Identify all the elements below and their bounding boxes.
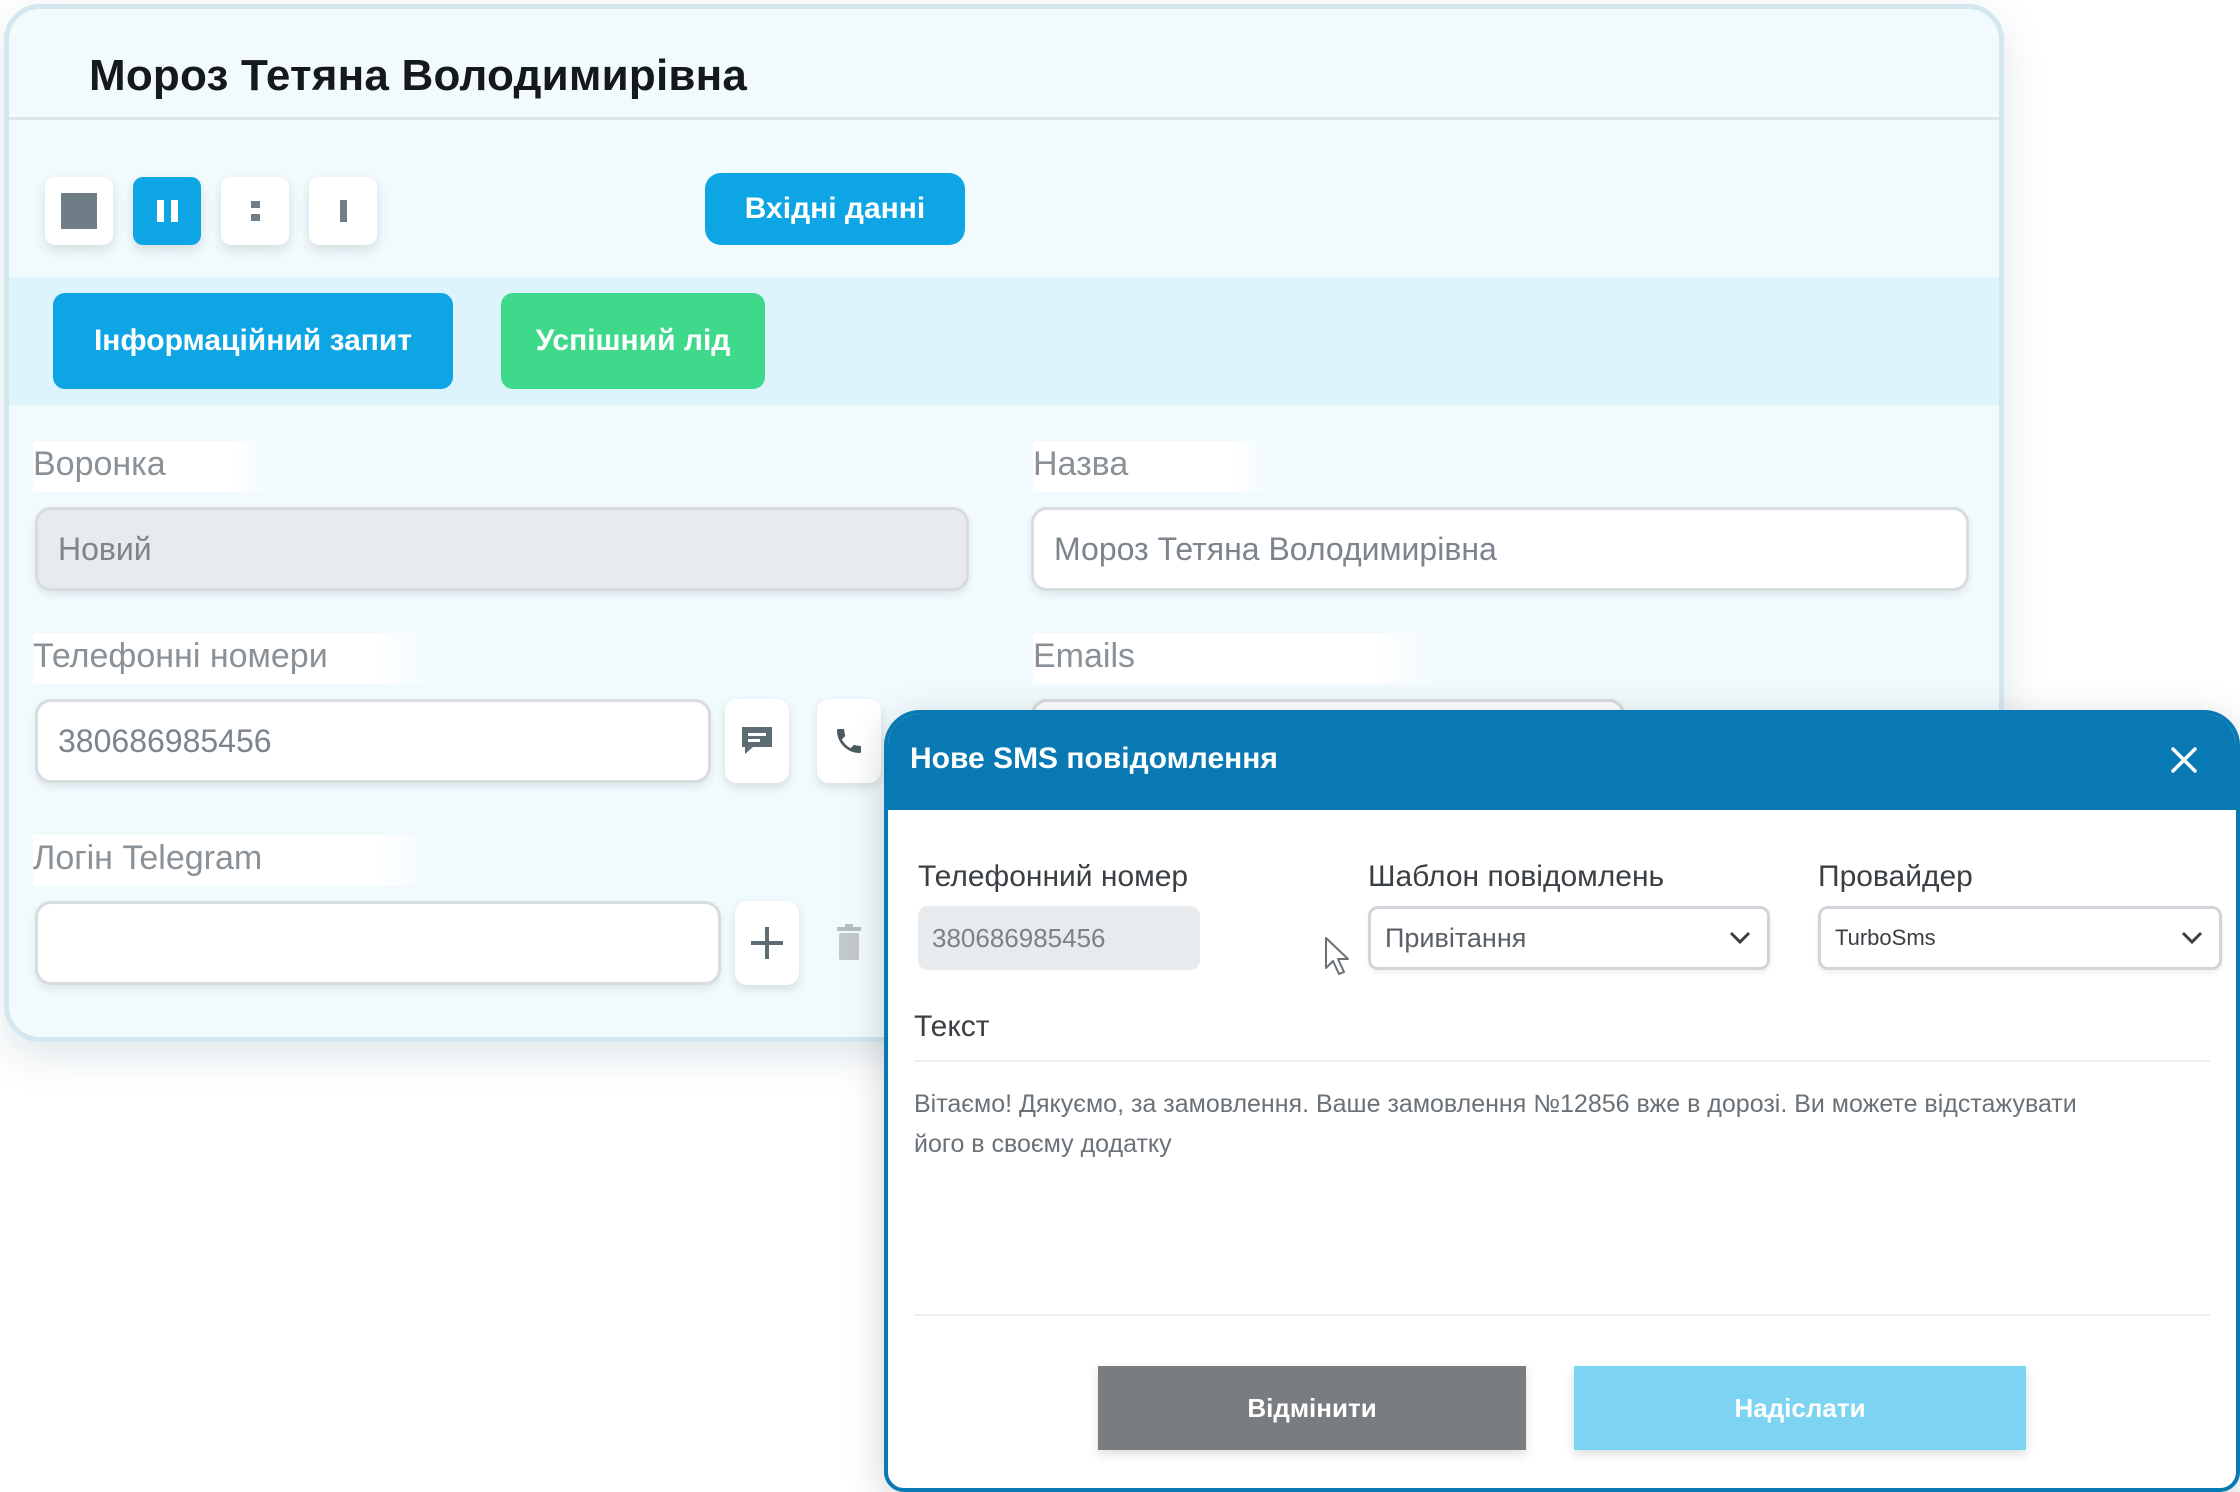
stage-successful-lead-button[interactable]: Успішний лід: [501, 293, 765, 389]
stage-info-request-button[interactable]: Інформаційний запит: [53, 293, 453, 389]
name-input[interactable]: Мороз Тетяна Володимирівна: [1031, 507, 1969, 591]
sms-text-area[interactable]: Вітаємо! Дякуємо, за замовлення. Ваше за…: [914, 1060, 2210, 1316]
call-button[interactable]: [817, 699, 881, 783]
telegram-label: Логін Telegram: [33, 835, 437, 886]
cancel-button[interactable]: Відмінити: [1098, 1366, 1526, 1450]
add-telegram-button[interactable]: [735, 901, 799, 985]
plus-icon: [751, 927, 783, 959]
chevron-down-icon: [1729, 931, 1751, 945]
dots-button[interactable]: [221, 177, 289, 245]
provider-select[interactable]: TurboSms: [1818, 906, 2222, 970]
send-button[interactable]: Надіслати: [1574, 1366, 2026, 1450]
phones-label: Телефонні номери: [33, 633, 437, 684]
mouse-cursor-icon: [1325, 937, 1349, 975]
text-label: Текст: [914, 1010, 990, 1043]
stop-button[interactable]: [45, 177, 113, 245]
sms-modal: Нове SMS повідомлення Телефонний номер 3…: [884, 710, 2240, 1492]
template-value: Привітання: [1385, 922, 1527, 953]
phone-value: 380686985456: [58, 722, 272, 759]
sms-text-value: Вітаємо! Дякуємо, за замовлення. Ваше за…: [914, 1090, 2077, 1158]
name-label: Назва: [1033, 441, 1269, 492]
delete-telegram-button[interactable]: [817, 901, 881, 985]
emails-label: Emails: [1033, 633, 1437, 684]
pause-icon: [156, 200, 178, 222]
funnel-label: Воронка: [33, 441, 269, 492]
dots-icon: [250, 201, 260, 221]
sms-phone-value: 380686985456: [932, 922, 1106, 953]
sms-phone-field: 380686985456: [918, 906, 1200, 970]
stop-icon: [61, 193, 97, 229]
template-select[interactable]: Привітання: [1368, 906, 1770, 970]
trash-icon: [837, 924, 861, 960]
funnel-field: Новий: [35, 507, 969, 591]
message-icon: [742, 727, 772, 754]
page-title: Мороз Тетяна Володимирівна: [89, 51, 748, 100]
template-label: Шаблон повідомлень: [1368, 860, 1665, 893]
bar-icon: [339, 200, 347, 222]
provider-value: TurboSms: [1835, 925, 1936, 950]
name-value: Мороз Тетяна Володимирівна: [1054, 530, 1497, 567]
phone-input[interactable]: 380686985456: [35, 699, 711, 783]
send-sms-button[interactable]: [725, 699, 789, 783]
provider-label: Провайдер: [1818, 860, 1973, 893]
divider: [9, 117, 1999, 120]
telegram-input[interactable]: [35, 901, 721, 985]
sms-phone-label: Телефонний номер: [918, 860, 1189, 893]
chevron-down-icon: [2181, 931, 2203, 945]
modal-title: Нове SMS повідомлення: [910, 742, 1278, 775]
input-data-button[interactable]: Вхідні данні: [705, 173, 965, 245]
pause-button[interactable]: [133, 177, 201, 245]
bar-button[interactable]: [309, 177, 377, 245]
close-icon[interactable]: [2164, 740, 2204, 780]
funnel-value: Новий: [58, 530, 152, 567]
modal-header: Нове SMS повідомлення: [888, 714, 2236, 810]
phone-icon: [837, 729, 861, 753]
